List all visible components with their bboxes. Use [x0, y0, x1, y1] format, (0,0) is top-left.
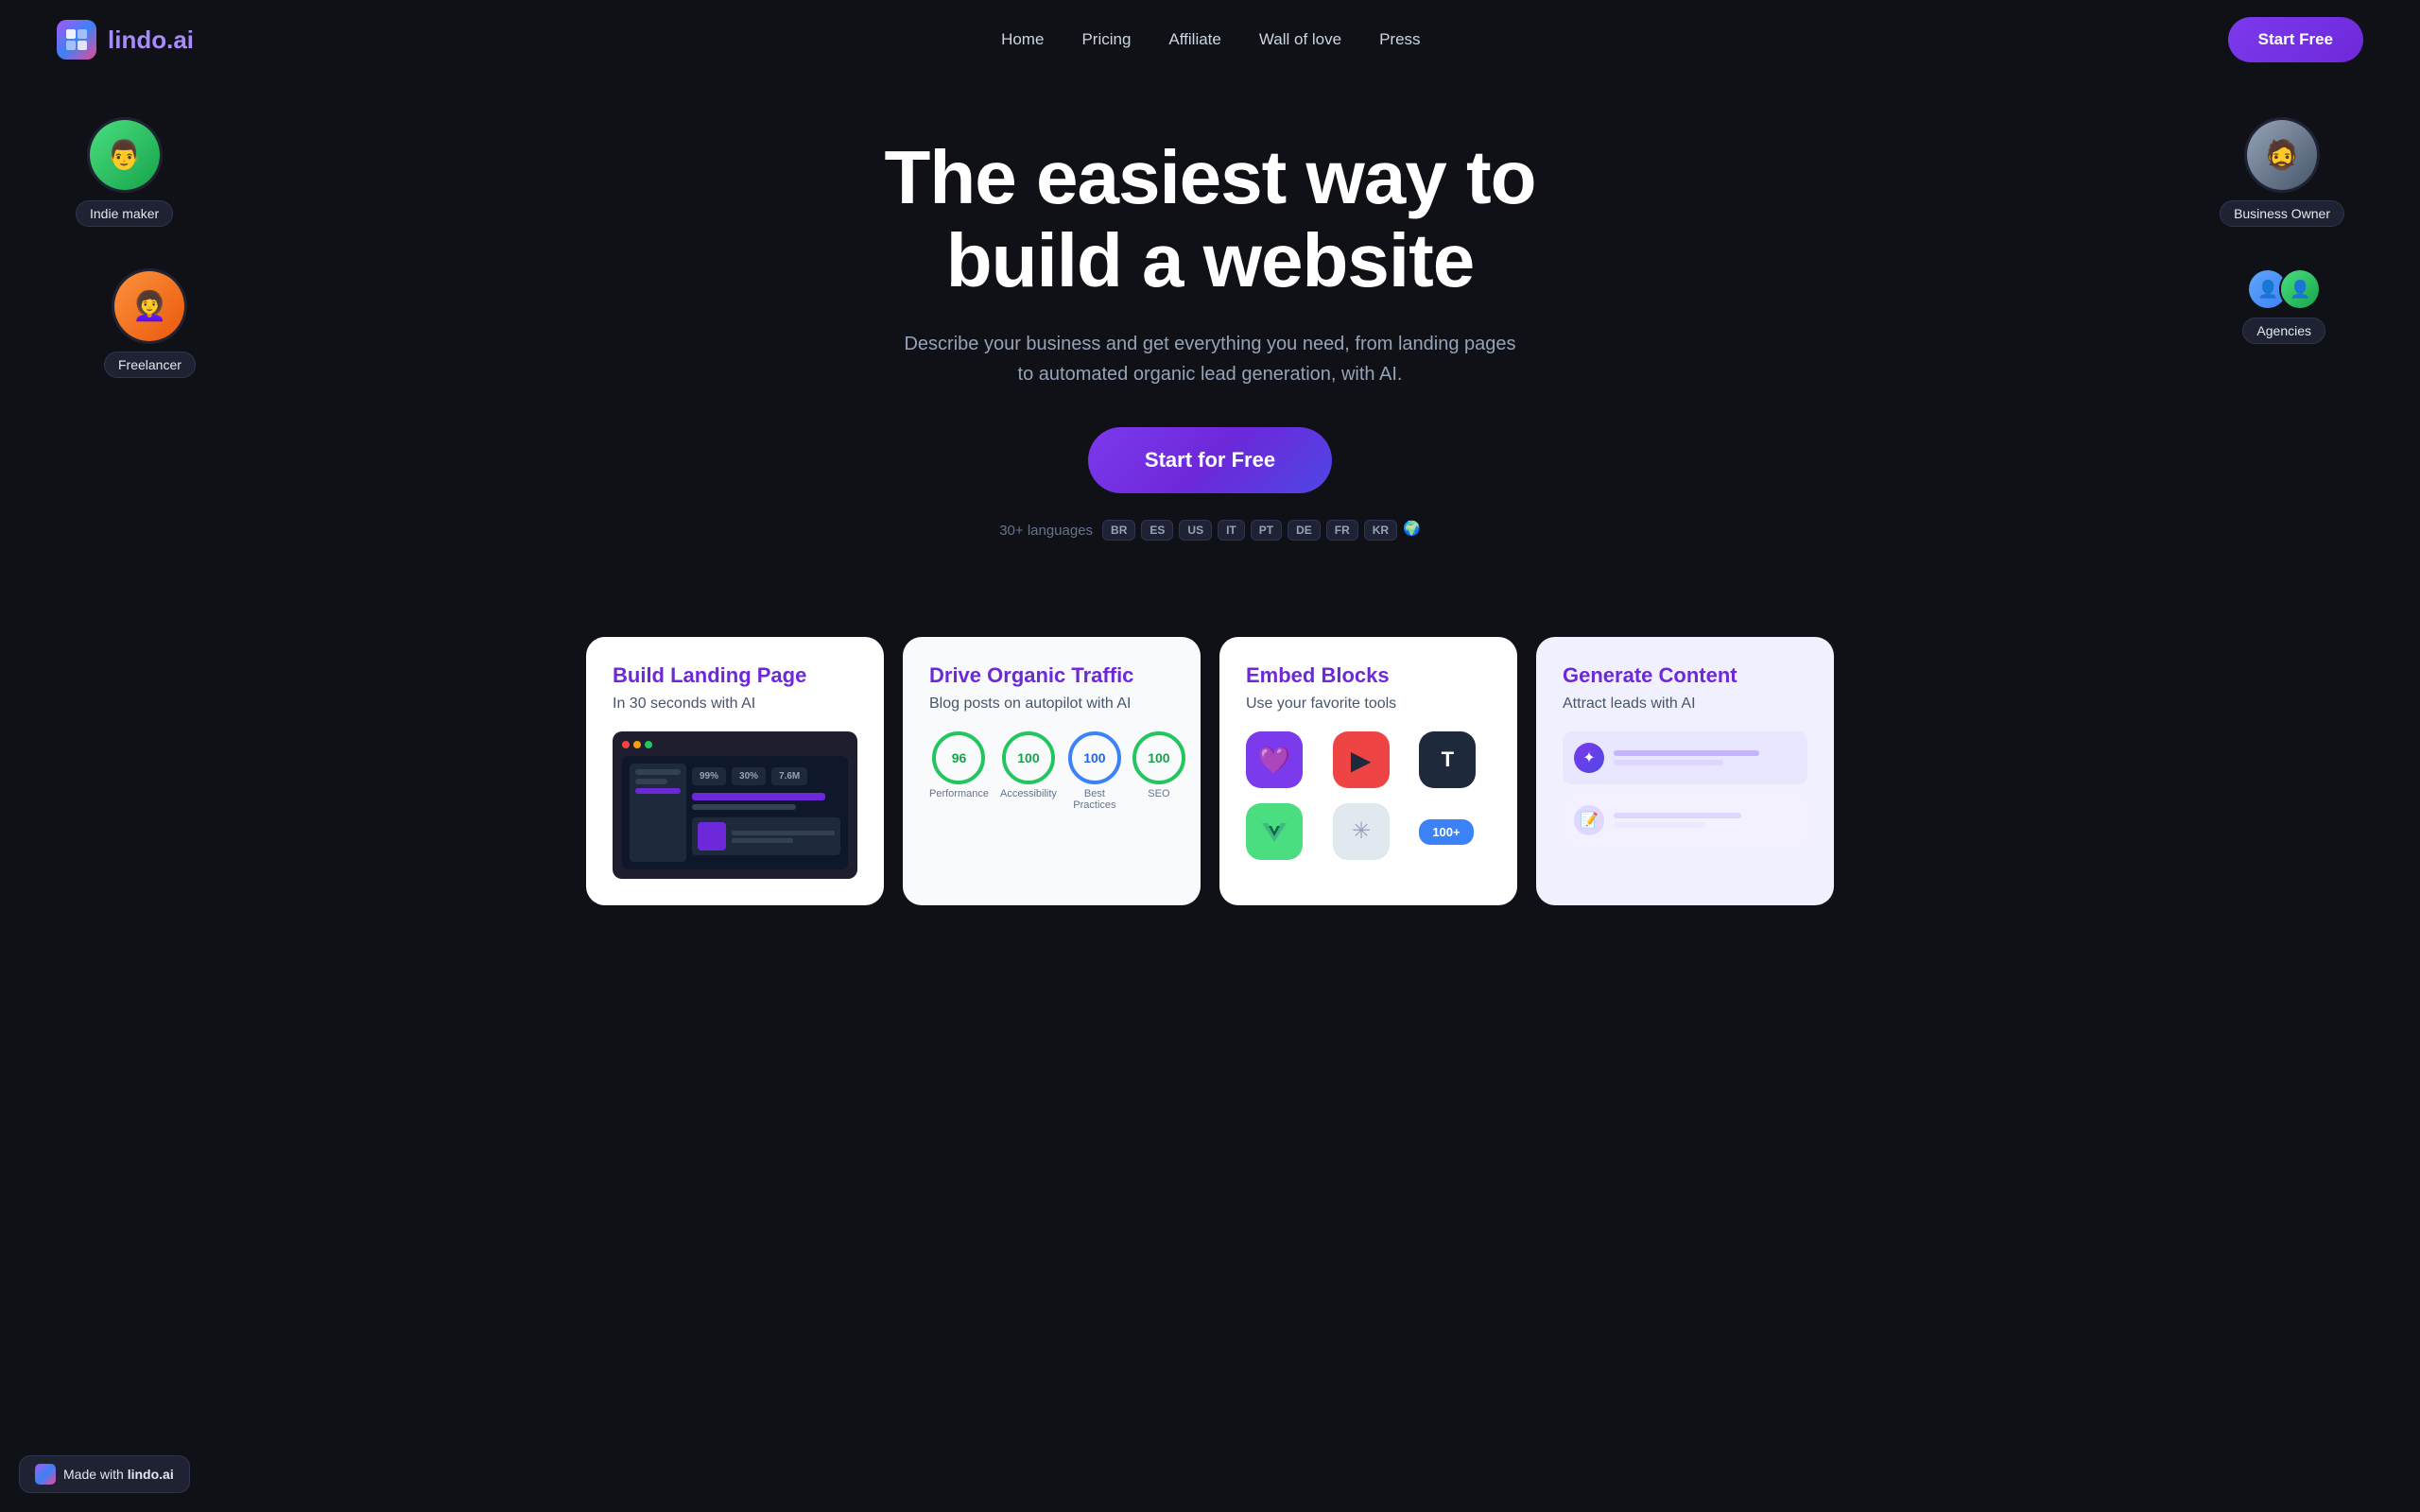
- card-embed-blocks: Embed Blocks Use your favorite tools 💜 ▶…: [1219, 637, 1517, 905]
- avatar-agencies-label: Agencies: [2242, 318, 2325, 344]
- avatar-indie-maker: 👨 Indie maker: [76, 117, 173, 227]
- dot-red: [622, 741, 630, 748]
- avatar-agencies: 👤 👤 Agencies: [2242, 268, 2325, 344]
- card-build-landing-title: Build Landing Page: [613, 663, 857, 688]
- score-accessibility: 100 Accessibility: [1000, 731, 1057, 811]
- score-circles: 96 Performance 100 Accessibility 100 Bes…: [929, 731, 1174, 811]
- logo[interactable]: lindo.ai: [57, 20, 194, 60]
- lang-tag-fr: FR: [1326, 520, 1358, 541]
- embed-icons-grid: 💜 ▶ T ✳ 100+: [1246, 731, 1491, 860]
- hero-headline: The easiest way to build a website: [885, 136, 1536, 302]
- score-accessibility-label: Accessibility: [1000, 788, 1057, 799]
- logo-text: lindo.ai: [108, 26, 194, 55]
- made-with-text: Made with lindo.ai: [63, 1467, 174, 1482]
- card-embed-blocks-subtitle: Use your favorite tools: [1246, 696, 1491, 713]
- nav-links: Home Pricing Affiliate Wall of love Pres…: [1001, 30, 1420, 49]
- lang-tag-kr: KR: [1364, 520, 1397, 541]
- made-with-logo-icon: [35, 1464, 56, 1485]
- made-with-badge: Made with lindo.ai: [19, 1455, 190, 1493]
- embed-icon-vue: [1246, 803, 1303, 860]
- score-performance-label: Performance: [929, 788, 989, 799]
- globe-icon: 🌍: [1403, 520, 1421, 541]
- score-performance-ring: 96: [932, 731, 985, 784]
- navbar: lindo.ai Home Pricing Affiliate Wall of …: [0, 0, 2420, 79]
- agencies-avatar-group: 👤 👤: [2247, 268, 2321, 310]
- lang-tag-de: DE: [1288, 520, 1321, 541]
- lang-tag-pt: PT: [1251, 520, 1282, 541]
- score-accessibility-ring: 100: [1002, 731, 1055, 784]
- card-drive-traffic-subtitle: Blog posts on autopilot with AI: [929, 696, 1174, 713]
- embed-icon-heart: 💜: [1246, 731, 1303, 788]
- languages-row: 30+ languages BR ES US IT PT DE FR KR 🌍: [999, 520, 1421, 541]
- preview-content: 99% 30% 7.6M: [622, 756, 848, 869]
- lang-tag-es: ES: [1141, 520, 1173, 541]
- score-performance: 96 Performance: [929, 731, 989, 811]
- lang-tags: BR ES US IT PT DE FR KR 🌍: [1102, 520, 1421, 541]
- nav-link-affiliate[interactable]: Affiliate: [1168, 30, 1220, 48]
- score-best-practices-ring: 100: [1068, 731, 1121, 784]
- avatar-business-owner: 🧔 Business Owner: [2220, 117, 2344, 227]
- svg-text:✳: ✳: [1352, 818, 1371, 844]
- agency-avatar-2: 👤: [2279, 268, 2321, 310]
- avatar-indie-maker-image: 👨: [87, 117, 163, 193]
- embed-icon-youtube: ▶: [1333, 731, 1390, 788]
- made-with-brand: lindo.ai: [128, 1467, 174, 1482]
- card-generate-content: Generate Content Attract leads with AI ✦…: [1536, 637, 1834, 905]
- dot-yellow: [633, 741, 641, 748]
- score-seo: 100 SEO: [1132, 731, 1185, 811]
- lang-tag-us: US: [1179, 520, 1212, 541]
- hero-section: 👨 Indie maker 👩‍🦱 Freelancer 🧔 Business …: [0, 79, 2420, 609]
- preview-sidebar: [630, 764, 686, 862]
- generate-content-preview: ✦ 📝: [1563, 731, 1807, 847]
- card-drive-traffic: Drive Organic Traffic Blog posts on auto…: [903, 637, 1201, 905]
- feature-cards: Build Landing Page In 30 seconds with AI…: [548, 609, 1872, 962]
- embed-icon-t: T: [1419, 731, 1476, 788]
- lang-tag-it: IT: [1218, 520, 1245, 541]
- dot-green: [645, 741, 652, 748]
- nav-link-home[interactable]: Home: [1001, 30, 1044, 48]
- embed-icon-asterisk: ✳: [1333, 803, 1390, 860]
- avatar-freelancer-label: Freelancer: [104, 352, 196, 378]
- logo-icon: [57, 20, 96, 60]
- score-seo-label: SEO: [1148, 788, 1169, 799]
- card-build-landing: Build Landing Page In 30 seconds with AI…: [586, 637, 884, 905]
- score-best-practices: 100 Best Practices: [1068, 731, 1121, 811]
- avatar-business-owner-image: 🧔: [2244, 117, 2320, 193]
- nav-link-press[interactable]: Press: [1379, 30, 1420, 48]
- preview-main: 99% 30% 7.6M: [692, 764, 840, 862]
- avatar-freelancer: 👩‍🦱 Freelancer: [104, 268, 196, 378]
- preview-window-dots: [622, 741, 848, 748]
- avatar-business-owner-label: Business Owner: [2220, 200, 2344, 227]
- lang-tag-br: BR: [1102, 520, 1135, 541]
- score-seo-ring: 100: [1132, 731, 1185, 784]
- embed-count-container: 100+: [1419, 803, 1491, 860]
- hero-subtext: Describe your business and get everythin…: [898, 329, 1522, 389]
- avatar-indie-maker-label: Indie maker: [76, 200, 173, 227]
- avatar-freelancer-image: 👩‍🦱: [112, 268, 187, 344]
- card-build-landing-subtitle: In 30 seconds with AI: [613, 696, 857, 713]
- embed-count-badge: 100+: [1419, 819, 1473, 845]
- card-build-landing-preview: 99% 30% 7.6M: [613, 731, 857, 879]
- card-generate-content-subtitle: Attract leads with AI: [1563, 696, 1807, 713]
- score-best-practices-label: Best Practices: [1068, 788, 1121, 811]
- card-drive-traffic-title: Drive Organic Traffic: [929, 663, 1174, 688]
- nav-link-pricing[interactable]: Pricing: [1081, 30, 1131, 48]
- hero-cta-button[interactable]: Start for Free: [1088, 427, 1332, 493]
- card-generate-content-title: Generate Content: [1563, 663, 1807, 688]
- languages-prefix: 30+ languages: [999, 523, 1093, 539]
- nav-link-wall-of-love[interactable]: Wall of love: [1259, 30, 1341, 48]
- nav-cta-button[interactable]: Start Free: [2228, 17, 2363, 62]
- card-embed-blocks-title: Embed Blocks: [1246, 663, 1491, 688]
